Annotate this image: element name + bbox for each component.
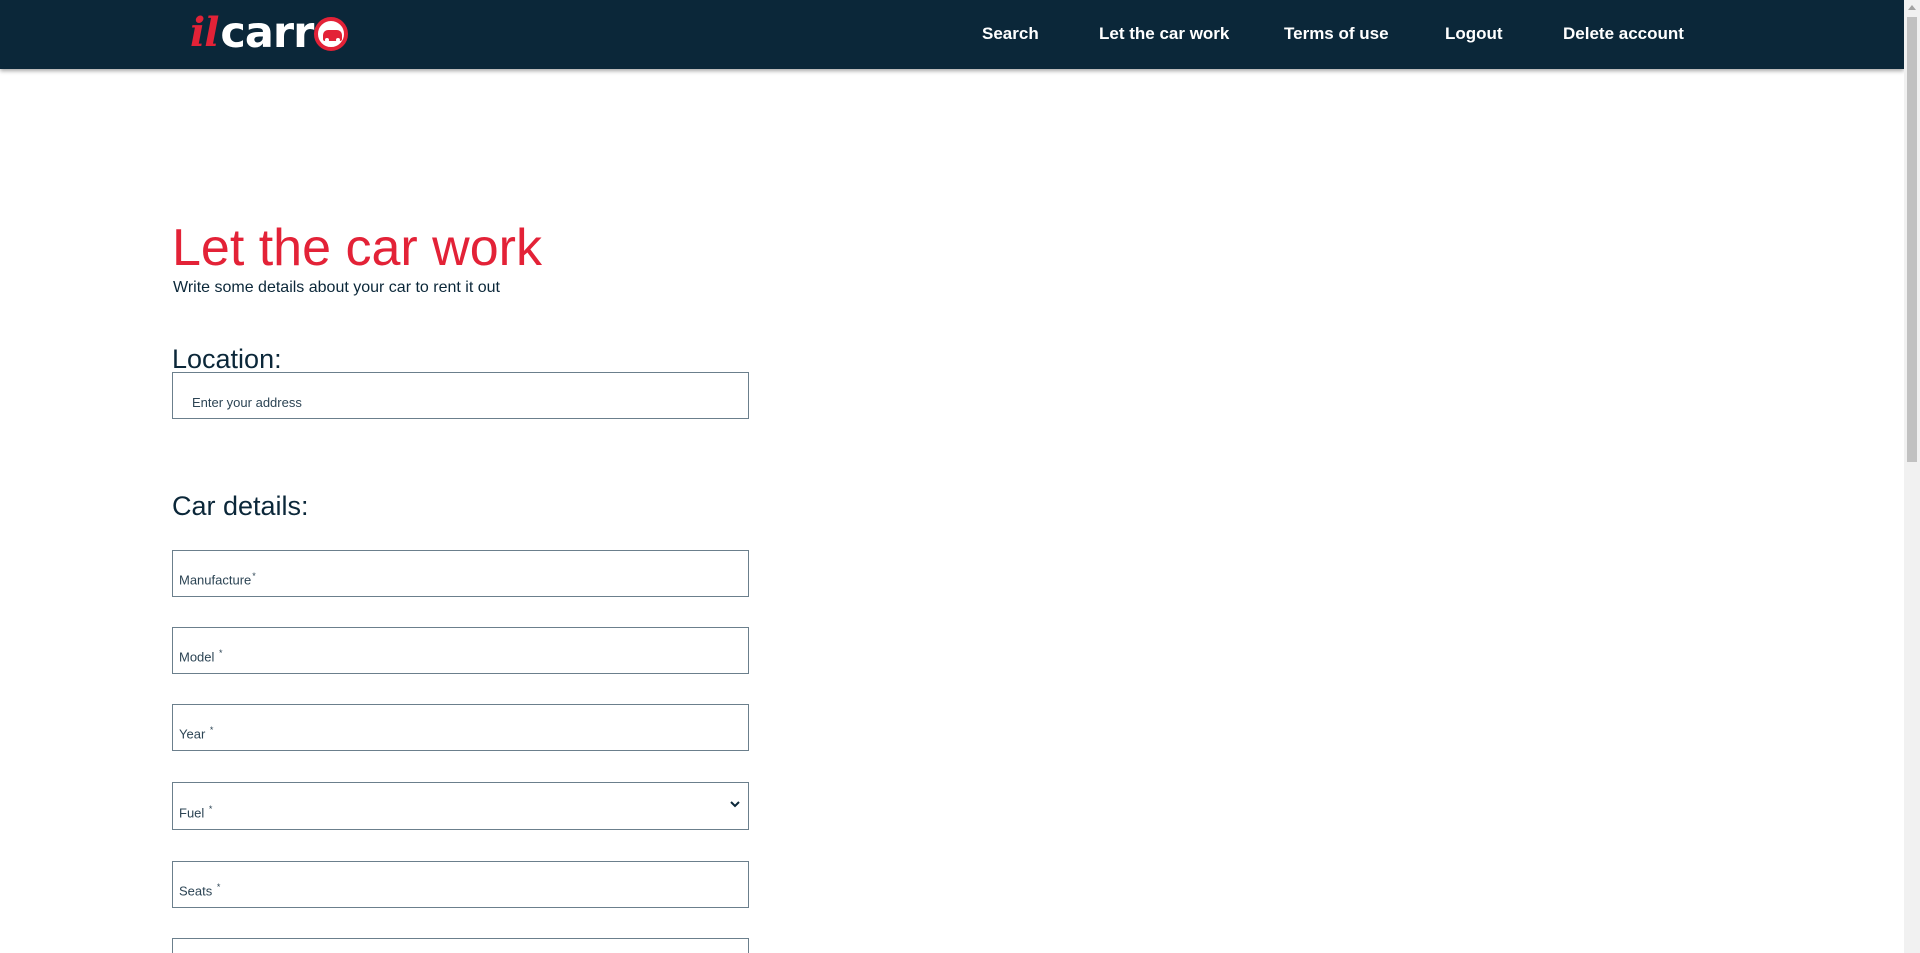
nav-logout[interactable]: Logout: [1445, 24, 1503, 44]
fuel-select[interactable]: Fuel *: [172, 782, 749, 830]
year-label: Year *: [179, 725, 214, 742]
top-navbar: il carr Search Let the car work Terms of…: [0, 0, 1904, 69]
manufacture-input[interactable]: Manufacture*: [172, 550, 749, 597]
ilcarro-logo[interactable]: il carr: [190, 7, 349, 58]
nav-let-the-car-work[interactable]: Let the car work: [1099, 24, 1229, 44]
scroll-up-arrow-icon[interactable]: [1908, 5, 1916, 10]
chevron-down-icon[interactable]: [728, 797, 742, 811]
page-subtitle: Write some details about your car to ren…: [173, 279, 500, 296]
next-field-partial[interactable]: [172, 938, 749, 953]
manufacture-label: Manufacture*: [179, 571, 256, 588]
model-label: Model *: [179, 648, 223, 665]
car-icon: [314, 17, 349, 51]
logo-il: il: [190, 9, 219, 56]
year-input[interactable]: Year *: [172, 704, 749, 751]
page-title: Let the car work: [172, 219, 542, 277]
location-input[interactable]: Enter your address: [172, 372, 749, 419]
location-label: Location:: [172, 344, 282, 374]
page-scrollbar[interactable]: [1904, 0, 1920, 953]
nav-search[interactable]: Search: [982, 24, 1039, 44]
fuel-label: Fuel *: [179, 804, 213, 821]
seats-label: Seats *: [179, 882, 221, 899]
scrollbar-thumb[interactable]: [1907, 17, 1917, 462]
nav-delete-account[interactable]: Delete account: [1563, 24, 1684, 44]
location-placeholder: Enter your address: [192, 395, 302, 410]
logo-carr: carr: [220, 7, 314, 58]
seats-input[interactable]: Seats *: [172, 861, 749, 908]
model-input[interactable]: Model *: [172, 627, 749, 674]
nav-terms-of-use[interactable]: Terms of use: [1284, 24, 1389, 44]
car-details-label: Car details:: [172, 491, 309, 521]
